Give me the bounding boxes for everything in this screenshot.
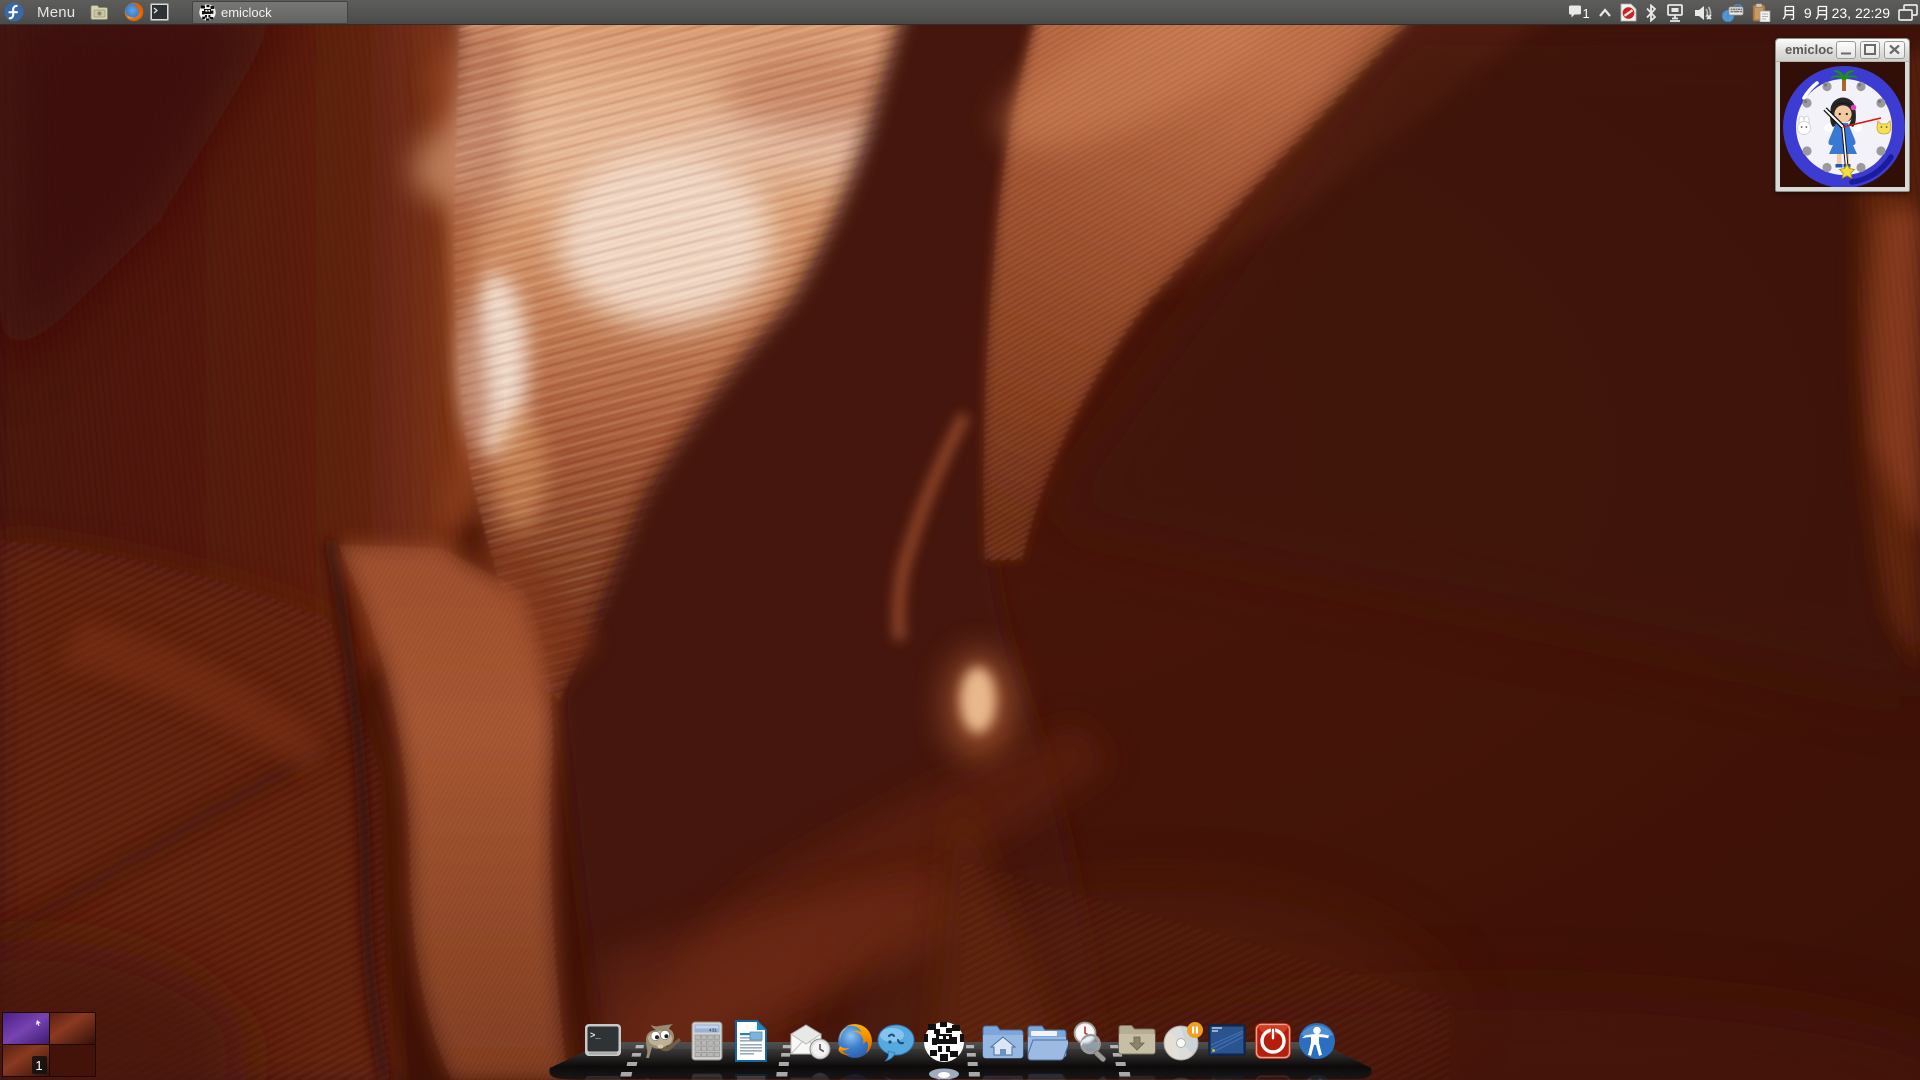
svg-text:1: 1	[35, 1058, 42, 1073]
svg-text:431: 431	[709, 1028, 717, 1034]
svg-text:>_: >_	[590, 1031, 601, 1041]
svg-text:1: 1	[1582, 6, 1589, 21]
